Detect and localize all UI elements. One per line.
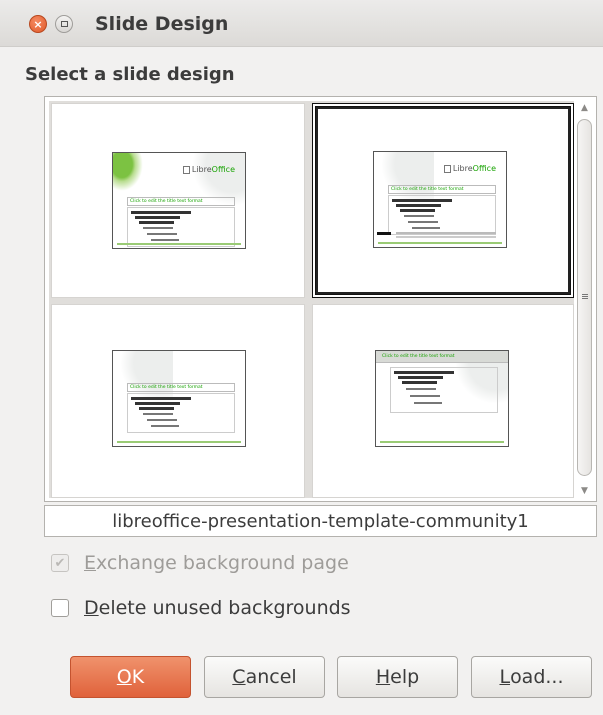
window-title: Slide Design <box>95 13 229 35</box>
maximize-button[interactable] <box>55 15 73 33</box>
ok-button[interactable]: OK <box>70 656 191 698</box>
delete-unused-label: Delete unused backgrounds <box>84 597 351 619</box>
cancel-button[interactable]: Cancel <box>204 656 325 698</box>
exchange-background-checkbox[interactable]: ✔ <box>51 554 69 572</box>
slide-preview: LibreOffice Click to edit the title text… <box>373 151 507 248</box>
design-thumbnail-1[interactable]: LibreOffice Click to edit the title text… <box>51 103 305 298</box>
libreoffice-logo: LibreOffice <box>182 165 235 174</box>
design-thumbnail-4[interactable]: Click to edit the title text format <box>312 304 574 498</box>
load-button[interactable]: Load... <box>471 656 592 698</box>
close-button[interactable]: × <box>29 15 47 33</box>
title-bar: × Slide Design <box>0 0 603 47</box>
slide-content-placeholder <box>388 195 496 235</box>
slide-preview: LibreOffice Click to edit the title text… <box>112 152 246 249</box>
maximize-icon <box>60 21 68 27</box>
grip-icon <box>582 294 588 300</box>
slide-design-list: LibreOffice Click to edit the title text… <box>44 96 597 502</box>
exchange-background-label: Exchange background page <box>84 552 349 574</box>
exchange-background-option: ✔ Exchange background page <box>51 552 349 574</box>
scrollbar-thumb[interactable] <box>577 119 592 476</box>
slide-content-placeholder <box>127 207 235 247</box>
template-name-field: libreoffice-presentation-template-commun… <box>44 505 597 537</box>
chevron-down-icon[interactable]: ▼ <box>577 484 592 498</box>
design-grid: LibreOffice Click to edit the title text… <box>49 101 574 498</box>
slide-content-placeholder <box>127 393 235 433</box>
close-icon: × <box>33 17 43 31</box>
leaf-decoration <box>113 153 143 191</box>
vertical-scrollbar[interactable]: ▲ ▼ <box>576 101 593 498</box>
slide-title-placeholder: Click to edit the title text format <box>388 185 496 194</box>
chevron-up-icon[interactable]: ▲ <box>577 101 592 115</box>
delete-unused-checkbox[interactable] <box>51 599 69 617</box>
slide-content-placeholder <box>390 367 498 413</box>
libreoffice-logo: LibreOffice <box>443 164 496 173</box>
help-button[interactable]: Help <box>337 656 458 698</box>
check-icon: ✔ <box>54 555 66 571</box>
slide-preview: Click to edit the title text format <box>112 350 246 447</box>
design-thumbnail-3[interactable]: Click to edit the title text format <box>51 304 305 498</box>
delete-unused-option: Delete unused backgrounds <box>51 597 351 619</box>
template-name: libreoffice-presentation-template-commun… <box>112 511 529 532</box>
slide-title-placeholder: Click to edit the title text format <box>127 383 235 392</box>
slide-title-placeholder: Click to edit the title text format <box>127 197 235 206</box>
design-thumbnail-2[interactable]: LibreOffice Click to edit the title text… <box>312 103 574 298</box>
slide-title-placeholder: Click to edit the title text format <box>376 351 508 363</box>
slide-preview: Click to edit the title text format <box>375 350 509 447</box>
section-heading: Select a slide design <box>25 64 235 85</box>
